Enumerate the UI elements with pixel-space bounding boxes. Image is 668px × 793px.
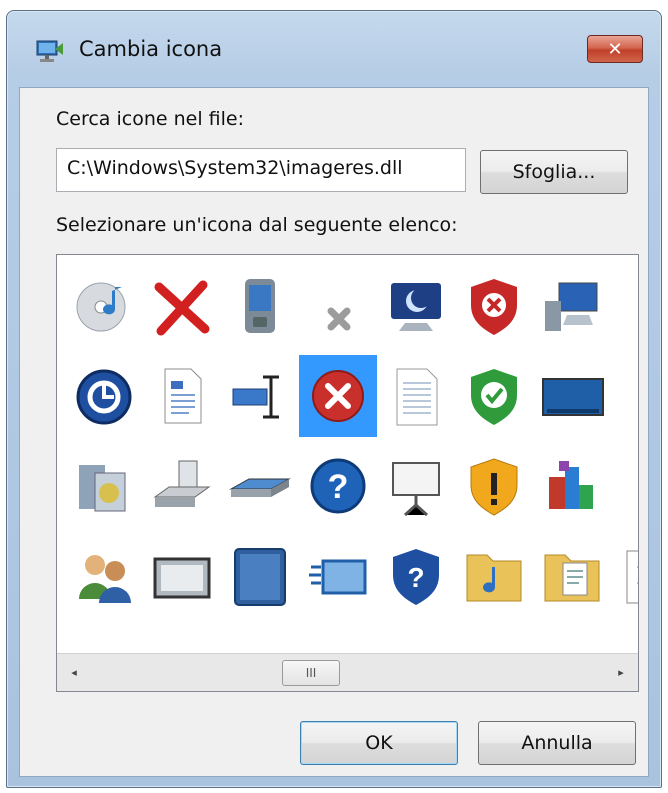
help-icon: ?	[310, 458, 366, 514]
scroll-left-icon[interactable]: ◂	[65, 664, 83, 682]
dialog-app-icon	[36, 40, 63, 62]
browse-button[interactable]: Sfoglia...	[480, 150, 628, 194]
icon-list-item[interactable]	[65, 355, 143, 437]
restore-icon	[76, 369, 132, 425]
icon-list-item[interactable]	[455, 445, 533, 527]
icon-list-item[interactable]	[65, 265, 143, 347]
red-x-icon	[154, 280, 210, 336]
gear-partial-icon	[617, 363, 639, 429]
error-icon	[312, 370, 364, 422]
notepad-icon	[396, 368, 438, 426]
icon-list-item[interactable]	[143, 265, 221, 347]
icon-list-item[interactable]	[611, 355, 639, 437]
icon-list-item[interactable]	[611, 535, 638, 617]
icon-list[interactable]: ?? ◂ III ▸	[56, 254, 639, 692]
folder-partial-icon	[617, 453, 639, 519]
pda-device-icon	[245, 279, 275, 333]
document-folder-icon	[544, 554, 600, 602]
file-path-input[interactable]: C:\Windows\System32\imageres.dll	[56, 148, 466, 192]
green-shield-check-icon	[471, 369, 517, 425]
monitor-moon-icon	[391, 283, 441, 331]
icon-list-item[interactable]	[455, 535, 533, 617]
media-tools-icon	[79, 465, 126, 512]
icon-list-item[interactable]	[65, 445, 143, 527]
computer-network-icon	[545, 282, 598, 331]
icon-grid: ??	[57, 255, 638, 649]
icon-list-label: Selezionare un'icona dal seguente elenco…	[56, 214, 458, 236]
icon-list-item[interactable]	[611, 265, 639, 347]
document-text-icon	[164, 368, 202, 424]
cd-music-icon	[76, 282, 126, 332]
icon-list-item[interactable]: ?	[299, 445, 377, 527]
frame-icon	[153, 557, 211, 599]
close-button[interactable]: ✕	[587, 35, 643, 63]
icon-list-item[interactable]	[299, 265, 377, 347]
rename-cursor-icon	[232, 375, 279, 419]
dialog-body: Cerca icone nel file: C:\Windows\System3…	[19, 87, 649, 777]
icon-list-item[interactable]	[455, 355, 533, 437]
icon-list-item[interactable]: ?	[377, 535, 455, 617]
icon-list-item[interactable]	[611, 445, 639, 527]
speed-window-icon	[309, 559, 367, 595]
icon-list-item[interactable]	[65, 535, 143, 617]
ok-button[interactable]: OK	[300, 721, 458, 765]
icon-list-item[interactable]	[533, 265, 611, 347]
scanner-drive-icon	[153, 460, 211, 507]
title-bar[interactable]: Cambia icona ✕	[7, 11, 661, 85]
icon-list-item[interactable]	[377, 445, 455, 527]
icon-list-item[interactable]	[221, 355, 299, 437]
close-icon: ✕	[607, 38, 623, 60]
icon-list-item[interactable]	[143, 535, 221, 617]
users-icon	[79, 555, 131, 603]
icon-list-item[interactable]	[143, 355, 221, 437]
icon-list-item[interactable]	[533, 445, 611, 527]
gray-x-icon	[327, 307, 351, 331]
music-folder-icon	[466, 554, 522, 602]
desktop-screen-icon	[542, 378, 604, 416]
dialog-title: Cambia icona	[79, 37, 223, 61]
svg-text:?: ?	[328, 468, 349, 506]
scroll-thumb[interactable]: III	[282, 660, 340, 686]
programs-chart-icon	[549, 461, 593, 509]
green-arrows-icon	[626, 550, 638, 604]
icon-list-item[interactable]	[299, 535, 377, 617]
icon-list-item[interactable]	[221, 535, 299, 617]
icon-list-item[interactable]	[221, 265, 299, 347]
icon-list-item[interactable]	[533, 535, 611, 617]
scroll-right-icon[interactable]: ▸	[612, 664, 630, 682]
flatbed-scanner-icon	[229, 478, 291, 497]
icon-list-item[interactable]	[299, 355, 377, 437]
cancel-button[interactable]: Annulla	[478, 721, 636, 765]
icon-list-item[interactable]	[377, 265, 455, 347]
change-icon-dialog: Cambia icona ✕ Cerca icone nel file: C:\…	[6, 10, 662, 788]
shield-help-icon: ?	[393, 549, 439, 605]
folder-partial-icon	[617, 273, 639, 339]
warning-shield-icon	[470, 458, 518, 516]
svg-text:?: ?	[407, 562, 424, 593]
icon-list-item[interactable]	[533, 355, 611, 437]
red-shield-x-icon	[471, 279, 517, 335]
icon-list-item[interactable]	[221, 445, 299, 527]
projector-screen-icon	[392, 462, 440, 517]
icon-list-item[interactable]	[377, 355, 455, 437]
tablet-icon	[234, 548, 286, 606]
icon-list-item[interactable]	[143, 445, 221, 527]
horizontal-scrollbar[interactable]: ◂ III ▸	[57, 653, 638, 691]
file-label: Cerca icone nel file:	[56, 108, 244, 130]
icon-list-item[interactable]	[455, 265, 533, 347]
